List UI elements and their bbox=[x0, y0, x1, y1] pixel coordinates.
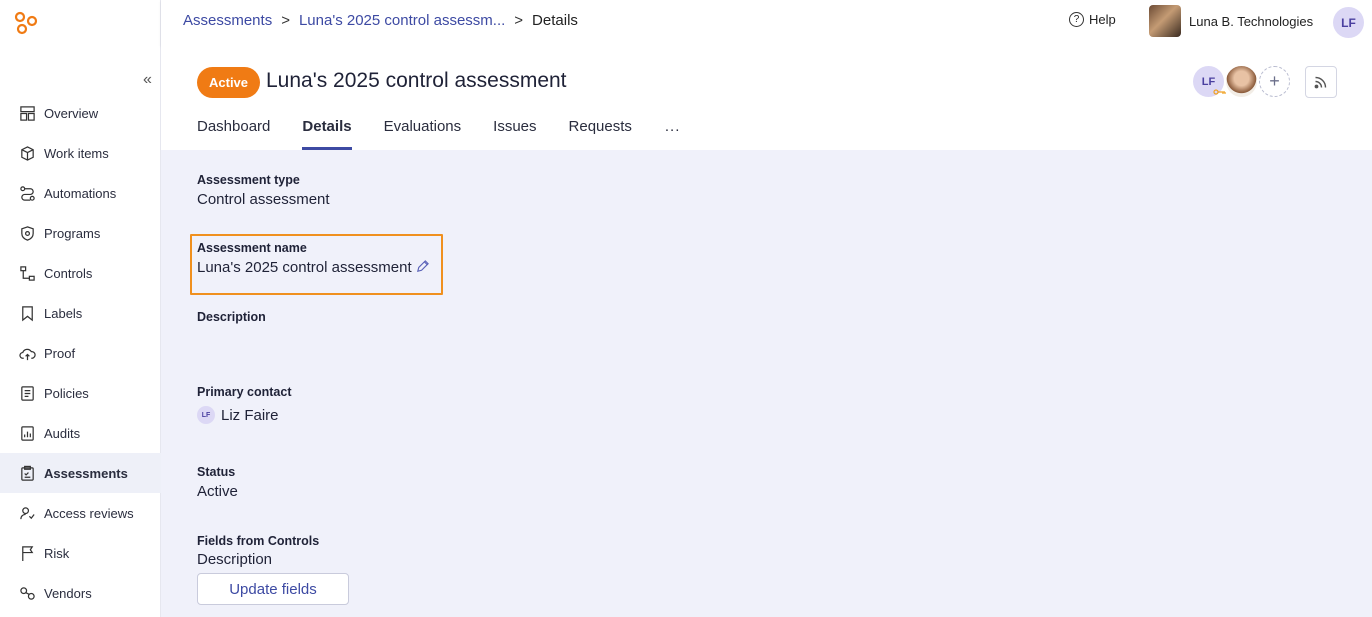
update-fields-button[interactable]: Update fields bbox=[197, 573, 349, 605]
tab-issues[interactable]: Issues bbox=[493, 118, 536, 150]
sidebar-item-work-items[interactable]: Work items bbox=[0, 133, 161, 173]
contact-chip[interactable]: LF Liz Faire bbox=[197, 406, 291, 424]
sidebar-item-controls[interactable]: Controls bbox=[0, 253, 161, 293]
flow-icon bbox=[18, 184, 36, 202]
sidebar-item-labels[interactable]: Labels bbox=[0, 293, 161, 333]
breadcrumb-assessment-link[interactable]: Luna's 2025 control assessm... bbox=[299, 12, 505, 29]
breadcrumb-current: Details bbox=[532, 12, 578, 29]
breadcrumb-assessments-link[interactable]: Assessments bbox=[183, 12, 272, 29]
sidebar-item-label: Controls bbox=[44, 265, 93, 281]
tab-dashboard[interactable]: Dashboard bbox=[197, 118, 270, 150]
link-icon bbox=[18, 584, 36, 602]
field-label: Description bbox=[197, 310, 266, 324]
sidebar-item-label: Automations bbox=[44, 185, 117, 201]
add-member-button[interactable]: + bbox=[1259, 66, 1290, 97]
tab-requests[interactable]: Requests bbox=[569, 118, 632, 150]
access-review-icon bbox=[18, 504, 36, 522]
sidebar-item-label: Work items bbox=[44, 145, 109, 161]
status-field: Status Active bbox=[197, 465, 238, 500]
member-initials: LF bbox=[1201, 75, 1216, 88]
sidebar-nav: Overview Work items Automations Programs… bbox=[0, 93, 161, 613]
field-label: Assessment type bbox=[197, 173, 300, 187]
tab-evaluations[interactable]: Evaluations bbox=[384, 118, 462, 150]
box-icon bbox=[18, 144, 36, 162]
tab-more[interactable]: ... bbox=[665, 118, 681, 150]
org-name: Luna B. Technologies bbox=[1189, 13, 1314, 29]
status-badge: Active bbox=[197, 67, 261, 98]
sidebar-item-label: Assessments bbox=[44, 465, 128, 481]
tab-bar: Dashboard Details Evaluations Issues Req… bbox=[197, 118, 712, 150]
hierarchy-icon bbox=[18, 264, 36, 282]
sidebar-item-label: Access reviews bbox=[44, 505, 134, 521]
field-value: Description bbox=[197, 551, 273, 568]
sidebar-item-vendors[interactable]: Vendors bbox=[0, 573, 161, 613]
assessment-name-field: Assessment name Luna's 2025 control asse… bbox=[197, 241, 430, 276]
sidebar-item-overview[interactable]: Overview bbox=[0, 93, 161, 133]
breadcrumb: Assessments > Luna's 2025 control assess… bbox=[183, 12, 578, 29]
help-label: Help bbox=[1089, 12, 1116, 27]
collapse-sidebar-icon[interactable]: « bbox=[143, 71, 152, 89]
sidebar-item-risk[interactable]: Risk bbox=[0, 533, 161, 573]
field-label: Status bbox=[197, 465, 236, 479]
field-label: Primary contact bbox=[197, 385, 292, 399]
top-bar: Assessments > Luna's 2025 control assess… bbox=[161, 0, 1372, 46]
cloud-upload-icon bbox=[18, 344, 36, 362]
policy-doc-icon bbox=[18, 384, 36, 402]
fields-from-controls: Fields from Controls Description Update … bbox=[197, 534, 349, 605]
field-value-row: Luna's 2025 control assessment bbox=[197, 259, 430, 276]
page-title: Luna's 2025 control assessment bbox=[266, 69, 567, 92]
app-logo-icon[interactable] bbox=[14, 11, 40, 35]
sidebar-item-label: Proof bbox=[44, 345, 76, 361]
audit-icon bbox=[18, 424, 36, 442]
org-avatar bbox=[1149, 5, 1181, 37]
field-value: Luna's 2025 control assessment bbox=[197, 259, 412, 276]
sidebar-item-audits[interactable]: Audits bbox=[0, 413, 161, 453]
org-switcher[interactable]: Luna B. Technologies bbox=[1149, 5, 1313, 37]
member-avatars: LF + bbox=[1193, 66, 1292, 97]
assessment-type-field: Assessment type Control assessment bbox=[197, 173, 330, 208]
field-value: Active bbox=[197, 483, 238, 500]
sidebar-item-label: Vendors bbox=[44, 585, 92, 601]
member-avatar[interactable]: LF bbox=[1193, 66, 1226, 97]
shield-icon bbox=[18, 224, 36, 242]
sidebar-item-automations[interactable]: Automations bbox=[0, 173, 161, 213]
sidebar-item-label: Programs bbox=[44, 225, 101, 241]
description-field: Description bbox=[197, 310, 266, 324]
tab-details[interactable]: Details bbox=[302, 118, 352, 150]
sidebar-item-access-reviews[interactable]: Access reviews bbox=[0, 493, 161, 533]
sidebar-item-label: Risk bbox=[44, 545, 70, 561]
sidebar-item-proof[interactable]: Proof bbox=[0, 333, 161, 373]
sidebar-item-label: Overview bbox=[44, 105, 99, 121]
sidebar-item-label: Labels bbox=[44, 305, 83, 321]
primary-contact-field: Primary contact LF Liz Faire bbox=[197, 385, 291, 424]
help-button[interactable]: ? Help bbox=[1069, 12, 1116, 27]
field-label: Fields from Controls bbox=[197, 534, 320, 548]
flag-icon bbox=[18, 544, 36, 562]
user-avatar[interactable]: LF bbox=[1333, 7, 1364, 38]
member-photo-avatar[interactable] bbox=[1226, 66, 1257, 97]
contact-avatar: LF bbox=[197, 406, 215, 424]
sidebar-item-label: Policies bbox=[44, 385, 89, 401]
grid-icon bbox=[18, 104, 36, 122]
edit-pencil-icon[interactable] bbox=[415, 259, 430, 274]
rss-icon bbox=[1314, 76, 1327, 89]
bookmark-icon bbox=[18, 304, 36, 322]
sidebar-item-label: Audits bbox=[44, 425, 81, 441]
key-icon bbox=[1213, 89, 1226, 95]
clipboard-icon bbox=[18, 464, 36, 482]
sidebar-item-policies[interactable]: Policies bbox=[0, 373, 161, 413]
contact-name: Liz Faire bbox=[221, 406, 279, 424]
sidebar-item-assessments[interactable]: Assessments bbox=[0, 453, 161, 493]
page-header: Active Luna's 2025 control assessment LF… bbox=[161, 46, 1372, 150]
sidebar: « Overview Work items Automations Progra… bbox=[0, 0, 161, 617]
breadcrumb-separator: > bbox=[281, 12, 290, 29]
sidebar-item-programs[interactable]: Programs bbox=[0, 213, 161, 253]
field-label: Assessment name bbox=[197, 241, 307, 255]
rss-feed-button[interactable] bbox=[1305, 66, 1337, 98]
help-icon: ? bbox=[1069, 12, 1084, 27]
field-value: Control assessment bbox=[197, 191, 330, 208]
breadcrumb-separator: > bbox=[514, 12, 524, 29]
